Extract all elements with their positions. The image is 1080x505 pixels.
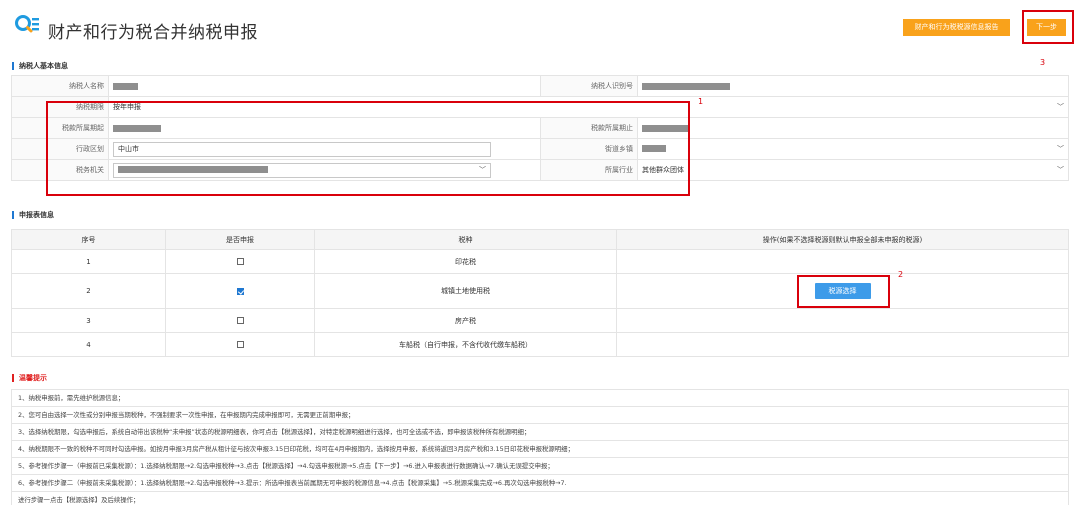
list-item: 进行步骤一点击【税源选择】及后续操作；: [12, 492, 1068, 505]
col-header-no: 序号: [11, 229, 166, 250]
list-item: 3、选择纳税期限，勾选申报后，系统自动带出该税种“未申报”状态的税源明细表，你可…: [12, 424, 1068, 441]
page-title: 财产和行为税合并纳税申报: [48, 23, 258, 43]
col-header-action: 操作(如果不选择税源则默认申报全部未申报的税源): [616, 229, 1069, 250]
declare-cell: [165, 308, 315, 333]
list-item: 4、纳税期限不一致的税种不可同时勾选申报。如按月申报3月房产税从租计征与按次申报…: [12, 441, 1068, 458]
row-no: 2: [11, 273, 166, 309]
tips-list: 1、纳税申报前，需先维护税源信息； 2、您可自由选择一次性或分别申报当期税种，不…: [11, 389, 1069, 505]
chevron-down-icon: ﹀: [1057, 103, 1064, 111]
tax-type: 城镇土地使用税: [314, 273, 617, 309]
taxpayer-name-label: 纳税人名称: [11, 75, 109, 97]
industry-select[interactable]: 其他群众团体 ﹀: [637, 159, 1069, 181]
tips-section-title: 温馨提示: [12, 374, 47, 382]
taxpayer-id-label: 纳税人识别号: [540, 75, 638, 97]
declare-checkbox[interactable]: [236, 341, 244, 348]
basic-info-section-title: 纳税人基本信息: [12, 62, 68, 70]
declare-checkbox[interactable]: [236, 258, 244, 265]
table-row: 4 车船税（自行申报，不含代收代缴车船税）: [11, 332, 1069, 357]
table-row: 2 城镇土地使用税 税源选择: [11, 273, 1069, 309]
end-date-value: [637, 117, 1069, 139]
row-no: 3: [11, 308, 166, 333]
declare-checkbox[interactable]: [236, 317, 244, 324]
declare-cell: [165, 273, 315, 309]
annotation-number-2: 2: [898, 270, 904, 279]
street-select[interactable]: ﹀: [637, 138, 1069, 160]
declaration-table: 序号 是否申报 税种 操作(如果不选择税源则默认申报全部未申报的税源) 1 印花…: [11, 229, 1069, 357]
list-item: 6、参考操作步骤二（申报前未采集税源）：1.选择纳税期限→2.勾选申报税种→3.…: [12, 475, 1068, 492]
chevron-down-icon: ﹀: [1057, 166, 1064, 174]
masked-taxpayer-name: [113, 82, 138, 90]
annotation-number-3: 3: [1040, 58, 1046, 67]
declare-checkbox[interactable]: [236, 287, 244, 295]
row-no: 4: [11, 332, 166, 357]
declare-cell: [165, 249, 315, 274]
list-item: 2、您可自由选择一次性或分别申报当期税种，不强制要求一次性申报，在申报期内完成申…: [12, 407, 1068, 424]
col-header-tax: 税种: [314, 229, 617, 250]
action-cell: [616, 308, 1069, 333]
declaration-section-title: 申报表信息: [12, 211, 54, 219]
annotation-box-3: [1022, 10, 1074, 44]
row-no: 1: [11, 249, 166, 274]
tax-source-report-button[interactable]: 财产和行为税税源信息报告: [903, 19, 1010, 36]
annotation-number-1: 1: [698, 97, 704, 106]
search-document-icon: [15, 15, 39, 33]
masked-taxpayer-id: [642, 82, 730, 90]
annotation-box-2: [797, 275, 890, 308]
tax-type: 印花税: [314, 249, 617, 274]
table-row: 1 印花税: [11, 249, 1069, 274]
tax-type: 车船税（自行申报，不含代收代缴车船税）: [314, 332, 617, 357]
chevron-down-icon: ﹀: [1057, 145, 1064, 153]
tax-type: 房产税: [314, 308, 617, 333]
col-header-declare: 是否申报: [165, 229, 315, 250]
page-header: 财产和行为税合并纳税申报 财产和行为税税源信息报告 下一步: [0, 0, 1080, 60]
table-row: 3 房产税: [11, 308, 1069, 333]
action-cell: [616, 249, 1069, 274]
declare-cell: [165, 332, 315, 357]
taxpayer-id-value: [637, 75, 1069, 97]
taxpayer-name-value: [108, 75, 541, 97]
list-item: 1、纳税申报前，需先维护税源信息；: [12, 390, 1068, 407]
action-cell: [616, 332, 1069, 357]
annotation-box-1: [46, 101, 690, 196]
list-item: 5、参考操作步骤一（申报前已采集税源）：1.选择纳税期限→2.勾选申报税种→3.…: [12, 458, 1068, 475]
